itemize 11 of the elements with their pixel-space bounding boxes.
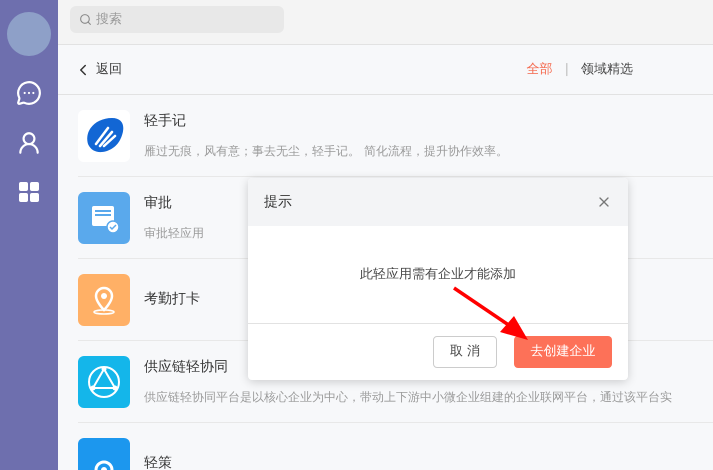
dialog-title: 提示	[264, 192, 292, 212]
app-description: 审批轻应用	[144, 225, 204, 242]
dialog-message: 此轻应用需有企业才能添加	[360, 266, 516, 284]
app-description: 供应链轻协同平台是以核心企业为中心，带动上下游中小微企业组建的企业联网平台，通过该平台实	[144, 389, 672, 406]
app-description: 雁过无痕，风有意；事去无尘，轻手记。 简化流程，提升协作效率。	[144, 143, 508, 160]
app-name: 轻策	[144, 454, 172, 470]
app-name: 轻手记	[144, 112, 187, 131]
app-name: 供应链轻协同	[144, 358, 229, 377]
app-name: 审批	[144, 194, 173, 213]
tab-separator: |	[564, 60, 569, 79]
app-name: 考勤打卡	[144, 290, 200, 309]
